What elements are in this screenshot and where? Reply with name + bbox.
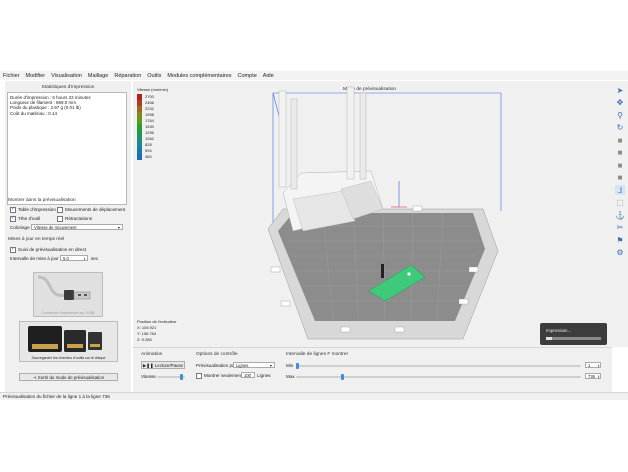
move-icon[interactable]: ✥ [615, 98, 625, 108]
cube-perspective-icon[interactable]: ⬚ [615, 198, 625, 208]
support-icon[interactable]: ⚑ [615, 235, 625, 245]
menu-modules[interactable]: Modules complémentaires [167, 73, 231, 79]
checkbox-show-only[interactable] [196, 373, 202, 379]
cube-top-icon[interactable]: ■ [615, 148, 625, 158]
extruder-y: Y: 156.754 [137, 331, 157, 336]
option-suivi[interactable]: Suivi de prévisualisation en direct [10, 246, 86, 253]
coloriage-label: Coloriage [10, 225, 30, 230]
anchor-icon[interactable]: ⚓ [615, 210, 625, 220]
speed-label: Vitesse [141, 374, 156, 379]
rotate-icon[interactable]: ↻ [615, 123, 625, 133]
usb-print-button[interactable]: Connexion l'impression sur l'USB [33, 272, 103, 317]
stats-cost: Coût du matériau : 0.14 [10, 110, 58, 116]
status-text: Prévisualisation du fichier de la ligne … [3, 394, 110, 399]
show-only-option[interactable]: Montrer seulement [196, 373, 242, 379]
print-progress-popup: Impression... [540, 323, 607, 345]
realtime-title: Mises à jour en temps réel [8, 237, 65, 242]
range-max-slider[interactable] [296, 374, 581, 380]
progress-track [546, 337, 601, 340]
cube-side-icon[interactable]: ■ [615, 160, 625, 170]
speed-slider[interactable] [157, 374, 185, 380]
cube-front-icon[interactable]: ■ [615, 135, 625, 145]
preview-options-title: Montrer dans la prévisualisation [8, 198, 76, 203]
spin-arrows-icon[interactable]: ⇕ [83, 256, 86, 262]
right-toolbar: ➤ ✥ ⚲ ↻ ■ ■ ■ ■ ⅃ ⬚ ⚓ ✂ ⚑ ⚙ [612, 81, 628, 347]
menu-compte[interactable]: Compte [238, 73, 257, 79]
menu-visualisation[interactable]: Visualisation [51, 73, 82, 79]
menu-reparation[interactable]: Réparation [114, 73, 141, 79]
cut-icon[interactable]: ✂ [615, 223, 625, 233]
range-max-input[interactable]: 736 ⇕ [585, 373, 601, 379]
animation-title: Animation [141, 352, 163, 357]
progress-label: Impression... [546, 328, 572, 333]
spin-arrows-icon[interactable]: ⇕ [597, 374, 600, 380]
checkbox-mouvements[interactable] [57, 207, 63, 213]
stats-title: Statistiques d'impression [41, 85, 95, 90]
extruder-z: Z: 9.285 [137, 337, 152, 342]
status-bar: Prévisualisation du fichier de la ligne … [0, 392, 628, 400]
intervalle-unit: sec [91, 256, 99, 261]
play-pause-button[interactable]: ▶❚❚ Lecture/Pause [141, 361, 185, 369]
option-table-impression[interactable]: Table d'impression [10, 206, 56, 213]
menu-aide[interactable]: Aide [263, 73, 274, 79]
scene-3d [267, 86, 502, 340]
option-tete-outil[interactable]: Tête d'outil [10, 215, 40, 222]
intervalle-label: Intervalle de mise à jour [10, 256, 59, 261]
zoom-icon[interactable]: ⚲ [615, 110, 625, 120]
preview-by-label: Prévisualisation par [196, 363, 237, 368]
range-min-slider[interactable] [296, 363, 581, 369]
checkbox-tete[interactable] [10, 215, 16, 222]
menu-outils[interactable]: Outils [147, 73, 161, 79]
line-range-title: Intervalle de lignes F montrer [286, 352, 349, 357]
arrow-left-icon: ➜ [32, 375, 37, 380]
progress-fill [546, 337, 552, 340]
range-min-thumb[interactable] [296, 363, 299, 369]
stats-box: Durée d'impression : 6 hours 22 minutes … [7, 92, 127, 205]
cube-iso-icon[interactable]: ■ [615, 173, 625, 183]
axes-icon[interactable]: ⅃ [615, 185, 625, 195]
speed-slider-thumb[interactable] [179, 374, 183, 380]
sd-card-icon [28, 326, 102, 352]
extruder-position-title: Position de l'extrudeur [137, 319, 177, 324]
checkbox-suivi[interactable] [10, 246, 16, 253]
settings-gear-icon[interactable]: ⚙ [615, 248, 625, 258]
spin-arrows-icon[interactable]: ⇕ [597, 363, 600, 369]
option-retractations[interactable]: Rétractations [57, 216, 92, 222]
option-mouvements[interactable]: Mouvements de déplacement [57, 207, 125, 213]
range-min-input[interactable]: 1 ⇕ [585, 362, 601, 368]
range-max-label: Max [286, 374, 295, 379]
left-panel: Statistiques d'impression Durée d'impres… [5, 81, 131, 393]
menu-maillage[interactable]: Maillage [88, 73, 108, 79]
exit-preview-button[interactable]: ➜ Sortir du mode de prévisualisation [19, 373, 118, 381]
arrow-cursor-icon[interactable]: ➤ [615, 85, 625, 95]
control-options-title: Options de contrôle [196, 352, 238, 357]
play-pause-icon: ▶❚❚ [142, 363, 154, 368]
chevron-down-icon: ▾ [269, 363, 272, 368]
range-max-thumb[interactable] [341, 374, 345, 380]
preview-viewport[interactable]: Mode de prévisualisation Vitesse (mm/min… [133, 81, 612, 347]
show-only-unit: Lignes [257, 373, 271, 378]
coloriage-select[interactable]: Vitesse de mouvement ▾ [31, 224, 123, 230]
usb-cable-icon [37, 275, 91, 300]
menu-fichier[interactable]: Fichier [3, 73, 20, 79]
menu-modifier[interactable]: Modifier [26, 73, 46, 79]
bottom-controls: Animation ▶❚❚ Lecture/Pause Vitesse Opti… [133, 347, 612, 393]
checkbox-retractations[interactable] [57, 216, 63, 222]
usb-print-label: Connexion l'impression sur l'USB [41, 311, 95, 315]
show-only-input[interactable]: 100 [241, 372, 255, 378]
range-min-label: Min [286, 363, 294, 368]
menu-bar: Fichier Modifier Visualisation Maillage … [0, 71, 628, 80]
intervalle-input[interactable]: 5,0 ⇕ [60, 255, 88, 261]
save-toolpaths-label: Sauvegarder les chemins d'outils sur le … [31, 356, 106, 360]
checkbox-table[interactable] [10, 206, 16, 213]
extruder-x: X: 105.921 [137, 325, 157, 330]
preview-by-select[interactable]: Lignes ▾ [233, 362, 275, 368]
chevron-down-icon: ▾ [117, 225, 120, 230]
save-toolpaths-button[interactable]: Sauvegarder les chemins d'outils sur le … [19, 321, 118, 362]
